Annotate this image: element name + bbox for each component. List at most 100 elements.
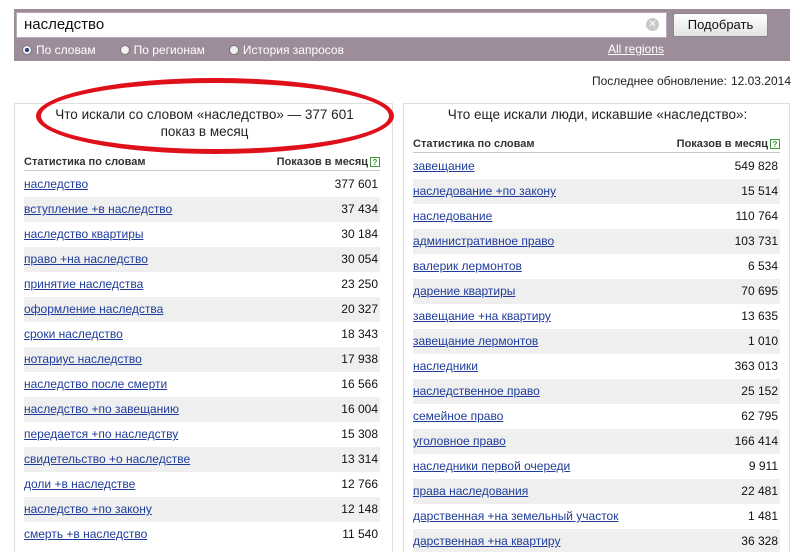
col-shows-label: Показов в месяц [676, 138, 768, 150]
keyword-link[interactable]: наследники первой очереди [413, 459, 570, 473]
table-row: право +на наследство 30 054 [24, 247, 380, 272]
radio-icon[interactable] [119, 45, 130, 55]
right-panel-title: Что еще искали люди, искавшие «наследств… [447, 107, 748, 122]
keyword-link[interactable]: наследование +по закону [413, 184, 556, 198]
help-icon[interactable]: ? [770, 139, 780, 149]
shows-count: 18 343 [341, 327, 378, 341]
shows-count: 70 695 [741, 284, 778, 298]
keyword-link[interactable]: нотариус наследство [24, 352, 142, 366]
keyword-link[interactable]: право +на наследство [24, 252, 148, 266]
keyword-link[interactable]: завещание лермонтов [413, 334, 538, 348]
keyword-link[interactable]: наследство квартиры [24, 227, 144, 241]
shows-count: 30 054 [341, 252, 378, 266]
close-circle-icon[interactable]: ✕ [646, 18, 659, 31]
keyword-link[interactable]: завещание +на квартиру [413, 309, 551, 323]
keyword-link[interactable]: уголовное право [413, 434, 506, 448]
keyword-link[interactable]: наследственное право [413, 384, 540, 398]
shows-count: 13 314 [341, 452, 378, 466]
shows-count: 62 795 [741, 409, 778, 423]
shows-count: 17 938 [341, 352, 378, 366]
table-row: сроки наследство 18 343 [24, 322, 380, 347]
mode-by-regions[interactable]: По регионам [119, 43, 205, 57]
shows-count: 103 731 [734, 234, 778, 248]
keyword-link[interactable]: наследство после смерти [24, 377, 167, 391]
shows-count: 11 540 [342, 527, 378, 541]
keyword-link[interactable]: административное право [413, 234, 554, 248]
last-updated: Последнее обновление: 12.03.2014 [592, 74, 791, 88]
table-row: смерть +в наследство 11 540 [24, 522, 380, 547]
shows-count: 15 514 [741, 184, 778, 198]
keyword-link[interactable]: дарение квартиры [413, 284, 515, 298]
table-row: дарственная +на квартиру 36 328 [413, 529, 780, 552]
keyword-link[interactable]: вступление +в наследство [24, 202, 172, 216]
table-row: наследники 363 013 [413, 354, 780, 379]
table-row: дарственная +на земельный участок 1 481 [413, 504, 780, 529]
keyword-link[interactable]: передается +по наследству [24, 427, 178, 441]
search-mode-radios: По словам По регионам История запросов [22, 42, 368, 58]
table-row: передается +по наследству 15 308 [24, 422, 380, 447]
search-input[interactable]: наследство [16, 12, 667, 38]
shows-count: 9 911 [748, 459, 778, 473]
shows-count: 166 414 [734, 434, 778, 448]
mode-label: По словам [36, 43, 96, 57]
table-row: наследственное право 25 152 [413, 379, 780, 404]
col-shows-label: Показов в месяц [276, 156, 368, 168]
table-row: наследство после смерти 16 566 [24, 372, 380, 397]
table-row: дарение квартиры 70 695 [413, 279, 780, 304]
shows-count: 377 601 [334, 177, 378, 191]
keyword-link[interactable]: права наследования [413, 484, 528, 498]
keyword-link[interactable]: принятие наследства [24, 277, 143, 291]
table-row: права наследования 22 481 [413, 479, 780, 504]
keyword-link[interactable]: дарственная +на земельный участок [413, 509, 618, 523]
mode-history[interactable]: История запросов [228, 43, 344, 57]
shows-count: 37 434 [341, 202, 378, 216]
last-updated-date: 12.03.2014 [730, 74, 791, 88]
keyword-link[interactable]: наследование [413, 209, 492, 223]
table-row: наследование 110 764 [413, 204, 780, 229]
shows-count: 12 766 [341, 477, 378, 491]
shows-count: 549 828 [734, 159, 778, 173]
table-row: оформление наследства 20 327 [24, 297, 380, 322]
all-regions-link[interactable]: All regions [608, 42, 664, 56]
table-row: вступление +в наследство 37 434 [24, 197, 380, 222]
keyword-link[interactable]: сроки наследство [24, 327, 123, 341]
shows-count: 23 250 [341, 277, 378, 291]
keyword-link[interactable]: валерик лермонтов [413, 259, 522, 273]
table-row: свидетельство +о наследстве 13 314 [24, 447, 380, 472]
table-row: завещание +на квартиру 13 635 [413, 304, 780, 329]
keyword-link[interactable]: оформление наследства [24, 302, 163, 316]
mode-label: История запросов [242, 43, 344, 57]
help-icon[interactable]: ? [370, 157, 380, 167]
keyword-link[interactable]: свидетельство +о наследстве [24, 452, 190, 466]
right-table-header: Статистика по словам Показов в месяц? [413, 137, 780, 153]
table-row: доли +в наследстве 12 766 [24, 472, 380, 497]
left-table-header: Статистика по словам Показов в месяц? [24, 155, 380, 171]
table-row: валерик лермонтов 6 534 [413, 254, 780, 279]
radio-selected-icon[interactable] [22, 45, 32, 55]
keyword-link[interactable]: доли +в наследстве [24, 477, 135, 491]
keyword-link[interactable]: наследство +по завещанию [24, 402, 179, 416]
pick-button[interactable]: Подобрать [673, 13, 768, 37]
keyword-link[interactable]: дарственная +на квартиру [413, 534, 560, 548]
keyword-link[interactable]: смерть +в наследство [24, 527, 147, 541]
mode-by-words[interactable]: По словам [22, 43, 96, 57]
radio-icon[interactable] [228, 45, 239, 55]
toolbar-arrow [768, 9, 790, 61]
shows-count: 30 184 [341, 227, 378, 241]
left-keyword-list: наследство 377 601 вступление +в наследств… [24, 172, 380, 547]
keyword-link[interactable]: семейное право [413, 409, 503, 423]
keyword-link[interactable]: наследство [24, 177, 88, 191]
keyword-link[interactable]: завещание [413, 159, 475, 173]
right-keyword-list: завещание 549 828 наследование +по закону 1… [413, 154, 780, 552]
table-row: наследство квартиры 30 184 [24, 222, 380, 247]
table-row: завещание 549 828 [413, 154, 780, 179]
col-shows-header: Показов в месяц? [277, 156, 380, 168]
shows-count: 363 013 [734, 359, 778, 373]
col-words-header: Статистика по словам [24, 156, 146, 168]
keyword-link[interactable]: наследники [413, 359, 478, 373]
keyword-link[interactable]: наследство +по закону [24, 502, 152, 516]
shows-count: 12 148 [341, 502, 378, 516]
shows-count: 16 004 [341, 402, 378, 416]
shows-count: 25 152 [741, 384, 778, 398]
table-row: административное право 103 731 [413, 229, 780, 254]
